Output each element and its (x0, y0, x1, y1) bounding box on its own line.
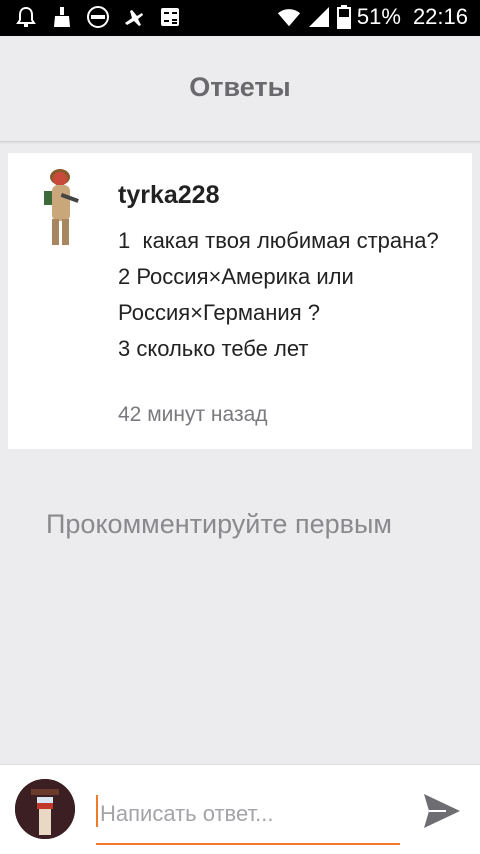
status-icons-left (14, 5, 182, 29)
calculator-icon (158, 5, 182, 29)
page-title: Ответы (189, 72, 291, 102)
send-icon (424, 794, 460, 828)
send-button[interactable] (420, 789, 464, 833)
reply-bar (0, 764, 480, 854)
wifi-icon (277, 5, 301, 29)
question-card[interactable]: tyrka228 1 какая твоя любимая страна? 2 … (8, 153, 472, 449)
airplane-icon (122, 5, 146, 29)
reply-input[interactable] (96, 785, 400, 845)
signal-icon (307, 5, 331, 29)
author-avatar[interactable] (38, 167, 86, 249)
status-icons-right: 51% 22:16 (277, 4, 468, 30)
battery-level: 51% (356, 4, 401, 29)
battery-icon (336, 5, 351, 29)
free-badge-icon (86, 5, 110, 29)
broom-icon (50, 5, 74, 29)
top-bar: Ответы (0, 36, 480, 142)
user-avatar[interactable] (15, 779, 75, 839)
empty-comments-text: Прокомментируйте первым (46, 509, 392, 539)
clock: 22:16 (412, 4, 468, 29)
question-text: 1 какая твоя любимая страна? 2 Россия×Ам… (118, 228, 439, 361)
text-caret (96, 795, 98, 827)
author-name[interactable]: tyrka228 (118, 181, 219, 210)
question-time: 42 минут назад (118, 403, 268, 426)
status-bar: 51% 22:16 (0, 0, 480, 36)
alarm-icon (14, 5, 38, 29)
